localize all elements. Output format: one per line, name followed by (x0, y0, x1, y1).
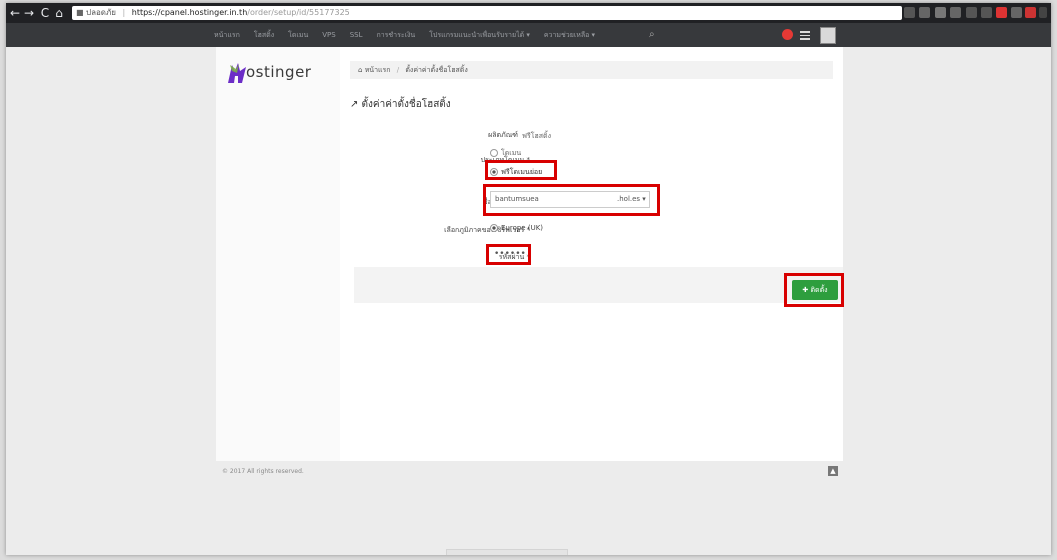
nav-item-hosting[interactable]: โฮสติ้ง (254, 30, 274, 41)
home-icon: ⌂ (358, 66, 363, 74)
copyright-text: © 2017 All rights reserved. (222, 468, 304, 475)
radio-domain-label: โดเมน (501, 149, 522, 157)
nav-item-referral[interactable]: โปรแกรมแนะนำเพื่อนรับรายได้ ▾ (429, 30, 530, 41)
screenshot-frame: ← → C ⌂ ■ ปลอดภัย | https://cpanel.hosti… (6, 3, 1051, 555)
breadcrumb-home[interactable]: หน้าแรก (365, 66, 391, 74)
lock-icon: ■ (76, 8, 84, 17)
server-radio[interactable]: Europe (UK) (490, 224, 543, 232)
highlight-box (483, 184, 660, 216)
url-host: https://cpanel.hostinger.in.th (131, 8, 248, 17)
extension-icon[interactable] (904, 7, 915, 18)
nav-menu: หน้าแรก โฮสติ้ง โดเมน VPS SSL การชำระเงิ… (214, 23, 595, 47)
avatar[interactable] (820, 27, 836, 44)
highlight-box (485, 160, 557, 180)
hostinger-logo-icon (228, 63, 246, 83)
form-action-bar (354, 267, 843, 303)
server-value: Europe (UK) (501, 224, 544, 232)
extension-icon[interactable] (966, 7, 977, 18)
menu-icon[interactable] (800, 31, 810, 42)
logo-text: ostinger (246, 63, 312, 81)
reload-icon[interactable]: C (38, 5, 52, 21)
breadcrumb-current: ตั้งค่าค่าตั้งชื่อโฮสติ้ง (405, 66, 468, 74)
radio-domain[interactable]: โดเมน (490, 148, 521, 159)
url-separator: | (122, 8, 126, 17)
bookmark-star-icon[interactable] (919, 7, 930, 18)
highlight-box (784, 273, 844, 307)
extension-icon[interactable] (935, 7, 946, 18)
product-value: ฟรีโฮสติ้ง (522, 132, 551, 140)
breadcrumb-separator: / (396, 66, 400, 74)
radio-button[interactable] (490, 149, 498, 157)
extension-icon[interactable] (981, 7, 992, 18)
nav-item-billing[interactable]: การชำระเงิน (376, 30, 415, 41)
nav-item-vps[interactable]: VPS (322, 31, 335, 39)
notification-icon[interactable] (782, 29, 793, 40)
extension-icon[interactable] (996, 7, 1007, 18)
address-bar[interactable]: ■ ปลอดภัย | https://cpanel.hostinger.in.… (72, 6, 902, 20)
sidebar: ostinger (216, 47, 340, 461)
product-label: ผลิตภัณฑ์ (488, 131, 518, 139)
breadcrumb: ⌂ หน้าแรก / ตั้งค่าค่าตั้งชื่อโฮสติ้ง (350, 61, 833, 79)
nav-item-home[interactable]: หน้าแรก (214, 30, 240, 41)
horizontal-scrollbar[interactable] (446, 549, 568, 555)
site-navbar: หน้าแรก โฮสติ้ง โดเมน VPS SSL การชำระเงิ… (6, 23, 1051, 47)
radio-button-selected[interactable] (490, 224, 498, 232)
extension-icon[interactable] (1025, 7, 1036, 18)
extension-icon[interactable] (950, 7, 961, 18)
url-path: /order/setup/id/55177325 (247, 8, 350, 17)
highlight-box (486, 244, 531, 265)
search-icon[interactable]: ⌕ (649, 29, 655, 40)
nav-item-domain[interactable]: โดเมน (288, 30, 308, 41)
forward-icon[interactable]: → (22, 5, 36, 21)
page-title: ↗ ตั้งค่าค่าตั้งชื่อโฮสติ้ง (350, 99, 451, 110)
nav-item-ssl[interactable]: SSL (350, 31, 363, 39)
browser-menu-icon[interactable] (1039, 7, 1047, 18)
home-icon[interactable]: ⌂ (52, 5, 66, 21)
main-content: ⌂ หน้าแรก / ตั้งค่าค่าตั้งชื่อโฮสติ้ง ↗ … (340, 47, 844, 461)
scroll-top-button[interactable]: ▲ (828, 466, 838, 476)
nav-item-help[interactable]: ความช่วยเหลือ ▾ (544, 30, 595, 41)
page-footer: © 2017 All rights reserved. ▲ (216, 461, 843, 481)
extension-icon[interactable] (1011, 7, 1022, 18)
browser-toolbar: ← → C ⌂ ■ ปลอดภัย | https://cpanel.hosti… (6, 3, 1051, 23)
secure-label: ปลอดภัย (86, 8, 116, 17)
back-icon[interactable]: ← (8, 5, 22, 21)
hostinger-logo[interactable]: ostinger (226, 59, 336, 89)
